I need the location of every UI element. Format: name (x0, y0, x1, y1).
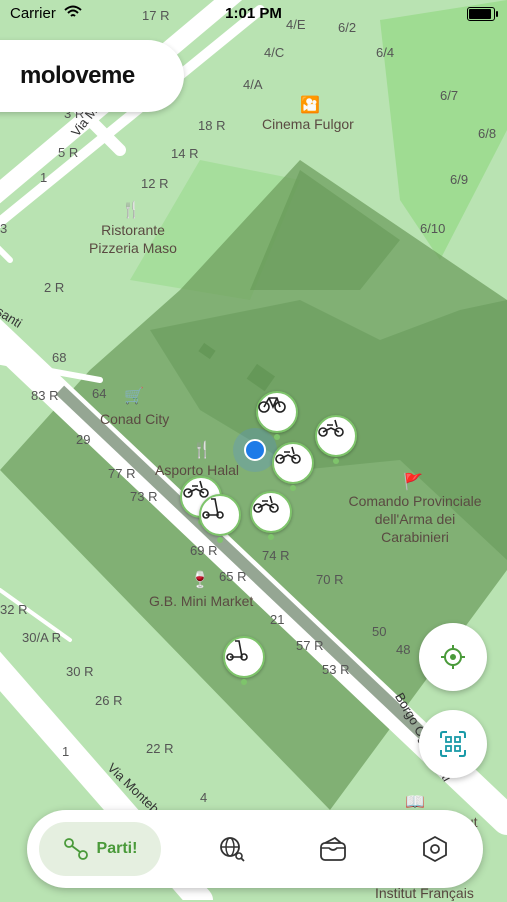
house-number: 6/9 (450, 172, 469, 187)
nav-wallet-tab[interactable] (306, 822, 360, 876)
moped-icon (183, 480, 209, 498)
house-number: 1 (62, 744, 70, 759)
house-number: 21 (270, 612, 285, 627)
house-number: 83 R (31, 388, 59, 403)
nav-parti-tab[interactable]: Parti! (39, 822, 161, 876)
nav-settings-tab[interactable] (408, 822, 462, 876)
house-number: 14 R (171, 146, 199, 161)
house-number: 6/4 (376, 45, 395, 60)
vehicle-pin[interactable] (223, 636, 265, 685)
house-number: 22 R (146, 741, 174, 756)
house-number: 6/7 (440, 88, 459, 103)
police-icon: 🚩 (403, 474, 423, 491)
nav-parti-label: Parti! (96, 840, 138, 857)
house-number: 3 (0, 221, 8, 236)
restaurant-icon: 🍴 (121, 202, 141, 219)
route-icon (63, 838, 88, 860)
house-number: 5 R (58, 145, 79, 160)
settings-hexagon-icon (423, 835, 447, 863)
vehicle-pin[interactable] (250, 491, 292, 540)
battery-icon (467, 7, 498, 21)
vehicle-pin[interactable] (272, 442, 314, 491)
house-number: 1 (40, 170, 48, 185)
user-location-marker (233, 428, 277, 472)
nav-explore-tab[interactable] (205, 822, 259, 876)
house-number: 30/A R (22, 630, 62, 645)
poi-carabinieri: Comando Provinciale dell'Arma dei Carabi… (348, 493, 482, 545)
app-logo-card[interactable]: moloveme (0, 40, 184, 112)
poi-ristorante-pizzeria-maso: Ristorante Pizzeria Maso (89, 222, 177, 256)
wallet-icon (320, 836, 346, 861)
house-number: 4/A (243, 77, 263, 92)
house-number: 48 (396, 642, 411, 657)
vehicle-pin[interactable] (199, 494, 241, 543)
bottle-icon: 🍷 (190, 572, 210, 589)
house-number: 2 R (44, 280, 65, 295)
book-icon: 📖 (405, 794, 425, 811)
house-number: 6/10 (420, 221, 446, 236)
restaurant-icon: 🍴 (192, 442, 212, 459)
moped-icon (253, 495, 279, 513)
status-time: 1:01 PM (225, 5, 282, 22)
scan-qr-button[interactable] (419, 710, 487, 778)
app-logo: moloveme (20, 62, 135, 89)
globe-search-icon (220, 837, 245, 862)
house-number: 32 R (0, 602, 28, 617)
house-number: 73 R (130, 489, 158, 504)
crosshair-icon (441, 645, 465, 669)
moped-icon (318, 419, 344, 437)
house-number: 26 R (95, 693, 123, 708)
house-number: 57 R (296, 638, 324, 653)
house-number: 29 (76, 432, 91, 447)
house-number: 70 R (316, 572, 344, 587)
kick-scooter-icon (226, 640, 248, 661)
shopping-cart-icon: 🛒 (124, 388, 144, 405)
qr-scan-icon (440, 731, 466, 757)
vehicle-pin[interactable] (315, 415, 357, 464)
house-number: 4 (200, 790, 208, 805)
bicycle-icon (258, 397, 286, 413)
locate-me-button[interactable] (419, 623, 487, 691)
house-number: 74 R (262, 548, 290, 563)
house-number: 53 R (322, 662, 350, 677)
house-number: 77 R (108, 466, 136, 481)
house-number: 65 R (219, 569, 247, 584)
house-number: 4/C (264, 45, 285, 60)
house-number: 18 R (198, 118, 226, 133)
house-number: 30 R (66, 664, 94, 679)
bottom-nav: Parti! (27, 810, 483, 888)
kick-scooter-icon (202, 498, 224, 519)
poi-gb-mini-market: G.B. Mini Market (149, 593, 254, 609)
house-number: 68 (52, 350, 67, 365)
status-bar: Carrier 1:01 PM (0, 0, 507, 28)
cinema-icon: 🎦 (300, 97, 320, 114)
poi-conad-city: Conad City (100, 411, 170, 427)
vehicle-pin[interactable] (256, 391, 298, 440)
poi-cinema-fulgor: Cinema Fulgor (262, 116, 354, 132)
house-number: 12 R (141, 176, 169, 191)
house-number: 64 (92, 386, 107, 401)
house-number: 50 (372, 624, 387, 639)
moped-icon (275, 446, 301, 464)
house-number: 69 R (190, 543, 218, 558)
house-number: 6/8 (478, 126, 497, 141)
